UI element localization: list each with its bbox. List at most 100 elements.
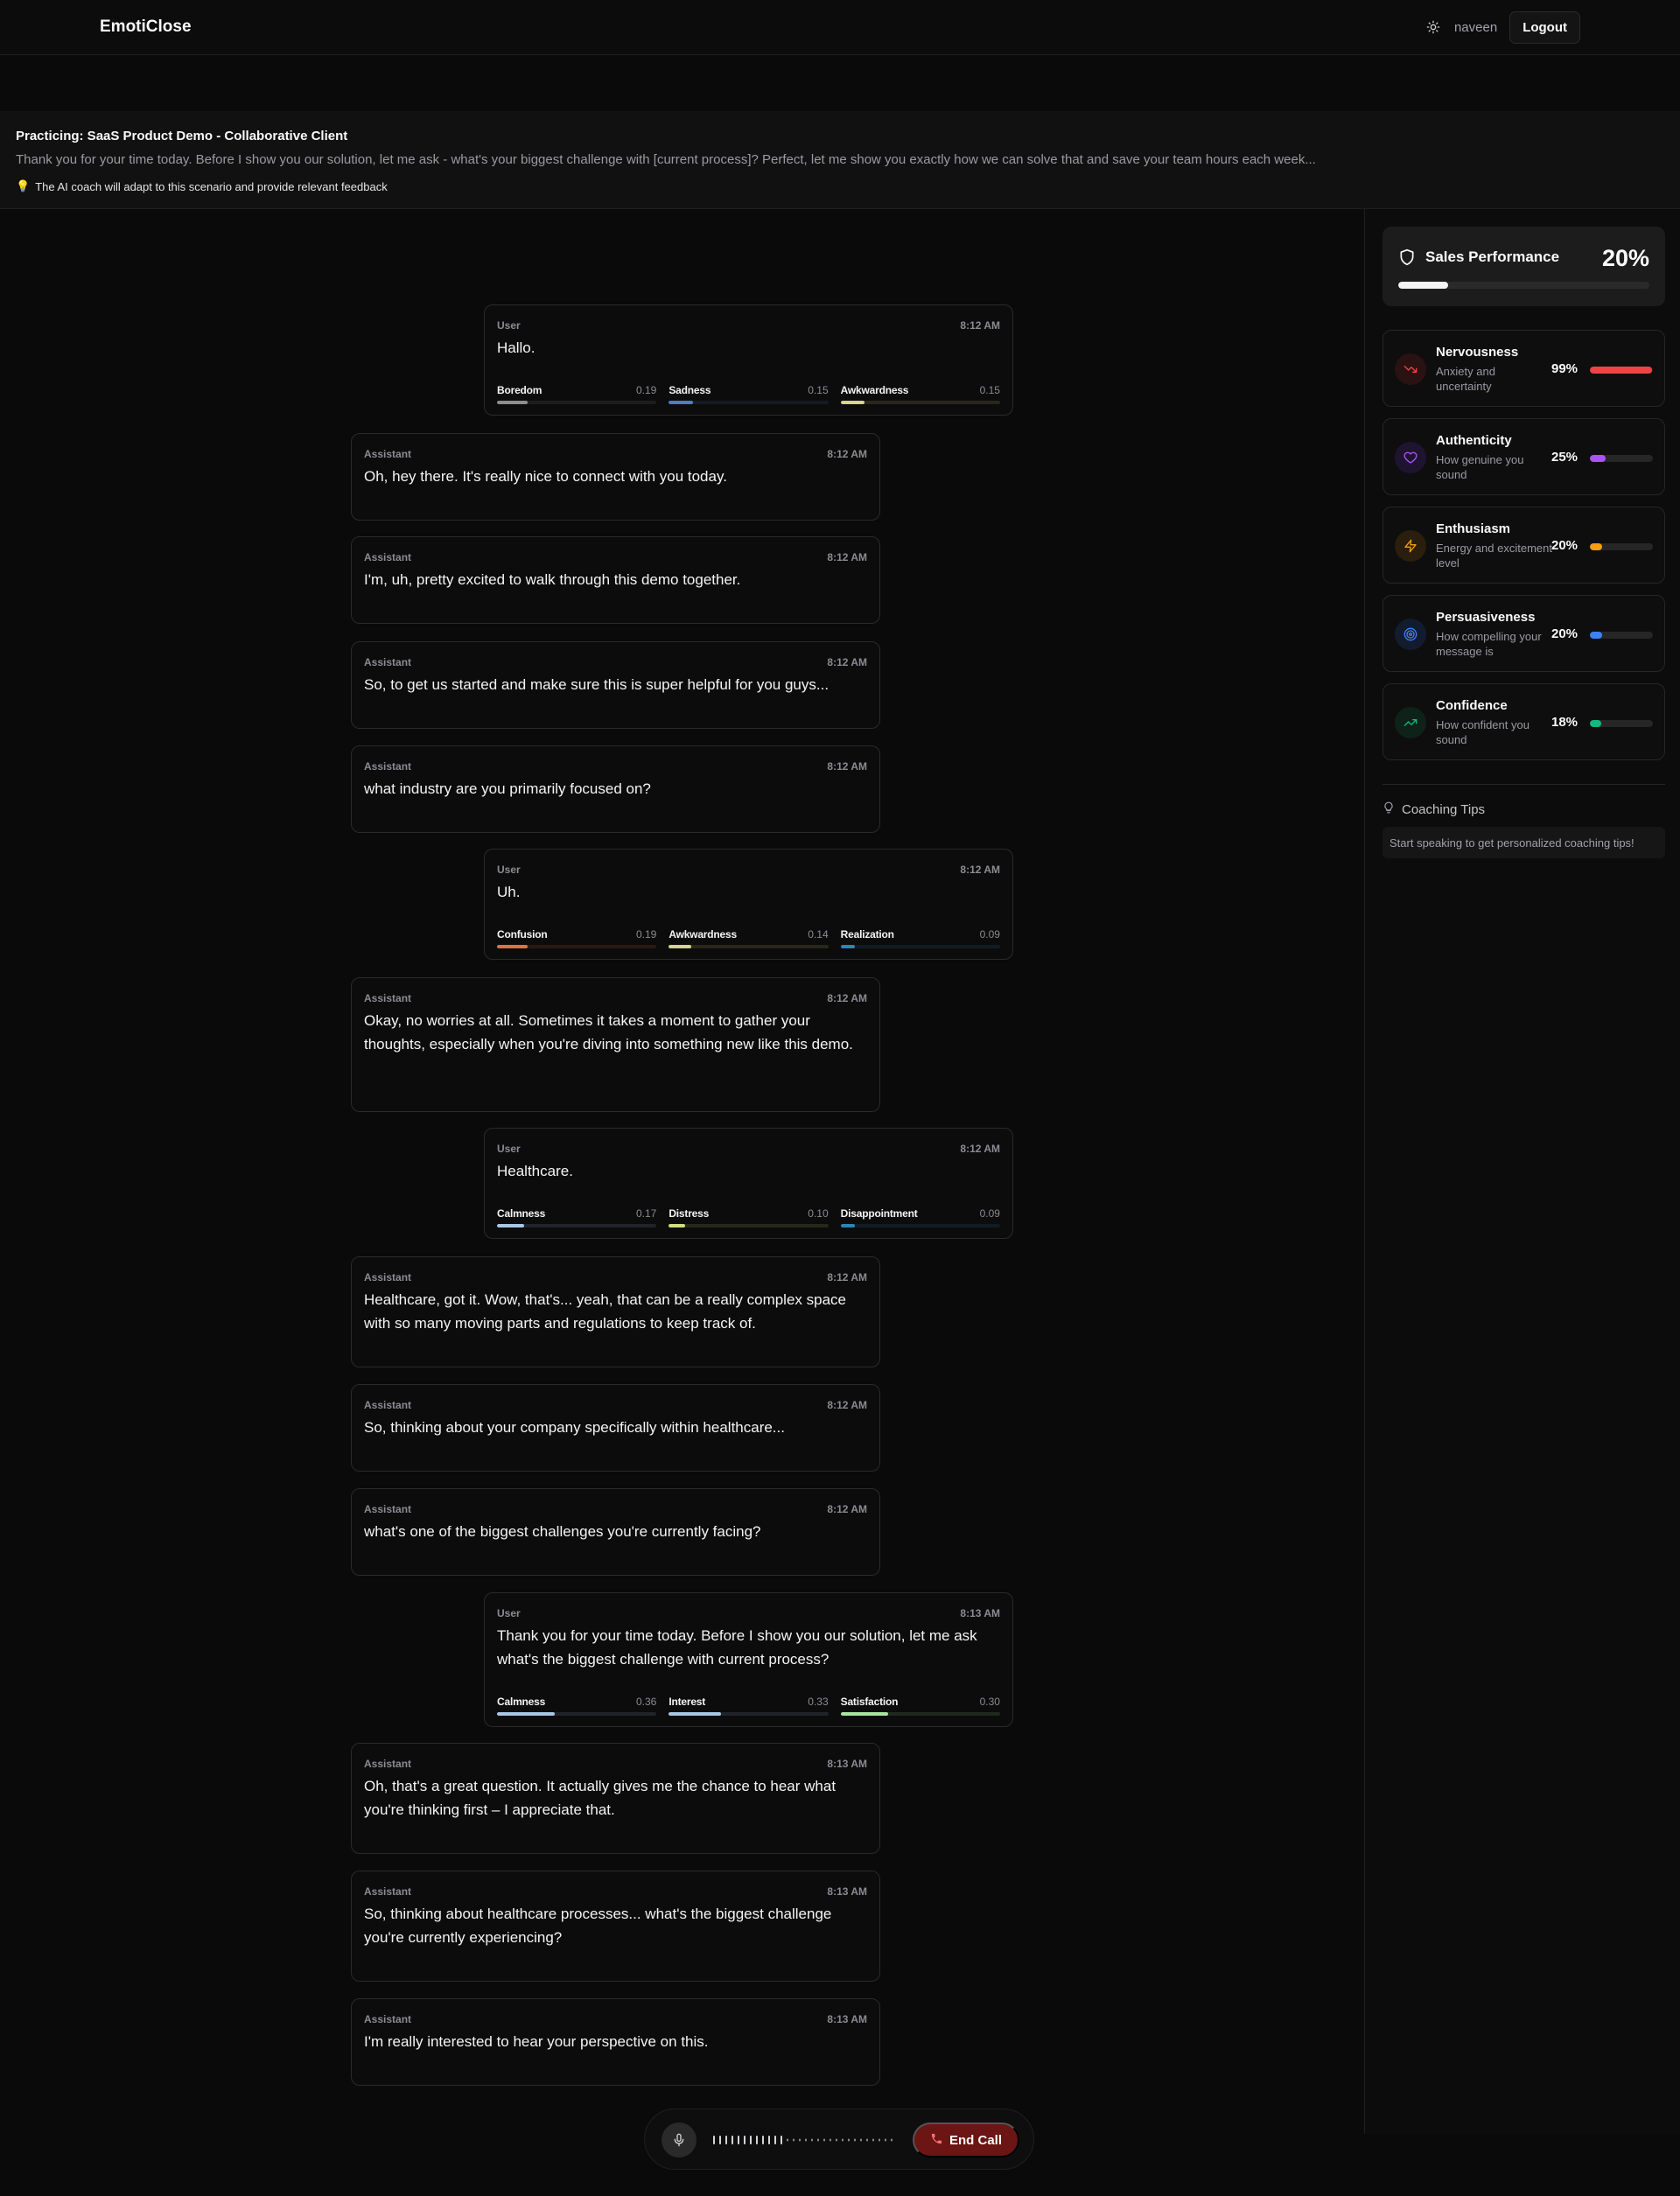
waveform-bar xyxy=(823,2138,825,2142)
coaching-tips-header: Coaching Tips xyxy=(1382,801,1485,818)
top-navbar: EmotiClose naveen Logout xyxy=(0,0,1680,55)
message-role: Assistant xyxy=(364,1885,412,1898)
waveform-bar xyxy=(756,2136,758,2144)
emotion-name: Boredom xyxy=(497,384,542,396)
phone-icon xyxy=(930,2132,943,2149)
message-timestamp: 8:12 AM xyxy=(960,1143,1000,1155)
emotion-label-row: Sadness 0.15 xyxy=(668,384,828,396)
emotion-value: 0.19 xyxy=(635,384,657,396)
heart-icon xyxy=(1395,442,1426,473)
message-text: Healthcare. xyxy=(497,1163,573,1179)
waveform-bar xyxy=(811,2138,813,2142)
message-timestamp: 8:12 AM xyxy=(827,448,867,460)
waveform-bar xyxy=(719,2136,721,2144)
metric-bar-fill xyxy=(1590,367,1653,374)
emotion-score: Calmness 0.36 xyxy=(497,1696,657,1716)
emotion-value: 0.15 xyxy=(979,384,1000,396)
waveform-bar xyxy=(762,2136,764,2144)
waveform-bar xyxy=(799,2138,801,2142)
logout-button[interactable]: Logout xyxy=(1509,10,1580,44)
metric-value: 25% xyxy=(1551,450,1578,465)
emotion-score: Sadness 0.15 xyxy=(668,384,829,404)
emotion-name: Awkwardness xyxy=(840,384,909,396)
metric-description: How confident you sound xyxy=(1436,718,1530,746)
waveform-bar xyxy=(854,2138,856,2142)
emotion-label-row: Disappointment 0.09 xyxy=(841,1207,1000,1220)
waveform-bar xyxy=(866,2138,868,2142)
theme-toggle-sun-icon[interactable] xyxy=(1424,18,1442,36)
message-text: I'm really interested to hear your persp… xyxy=(364,2033,709,2050)
user-message: User 8:13 AM Thank you for your time today… xyxy=(484,1592,1013,1727)
waveform-bar xyxy=(744,2136,746,2144)
user-message: User 8:12 AM Healthcare. Calmness 0.17 Distre… xyxy=(484,1128,1013,1239)
metric-description: How compelling your message is xyxy=(1436,630,1542,658)
emotion-scores: Calmness 0.17 Distress 0.10 Disappointment 0.… xyxy=(497,1207,1000,1227)
emotion-bar-fill xyxy=(497,945,528,948)
emotion-score: Boredom 0.19 xyxy=(497,384,657,404)
metric-card-authenticity: Authenticity How genuine you sound 25% xyxy=(1382,418,1665,495)
assistant-message: Assistant 8:12 AM Oh, hey there. It's real… xyxy=(351,433,880,521)
emotion-label-row: Satisfaction 0.30 xyxy=(841,1696,1000,1708)
emotion-label-row: Awkwardness 0.15 xyxy=(841,384,1000,396)
emotion-bar-fill xyxy=(668,1224,685,1227)
metric-value: 20% xyxy=(1551,626,1578,641)
waveform-bar xyxy=(860,2138,862,2142)
end-call-label: End Call xyxy=(948,2132,1002,2148)
brand-logo[interactable]: EmotiClose xyxy=(100,17,192,37)
emotion-bar xyxy=(840,1224,1000,1227)
zap-icon xyxy=(1395,530,1426,562)
end-call-button[interactable]: End Call xyxy=(912,2123,1019,2158)
emotion-name: Awkwardness xyxy=(668,928,737,941)
message-text: Okay, no worries at all. Sometimes it ta… xyxy=(364,1012,853,1053)
emotion-bar xyxy=(668,401,829,404)
metric-bar xyxy=(1590,720,1653,727)
user-message: User 8:12 AM Uh. Confusion 0.19 Awkwardness 0.… xyxy=(484,849,1013,960)
emotion-scores: Confusion 0.19 Awkwardness 0.14 Realization 0… xyxy=(497,928,1000,948)
metric-card-enthusiasm: Enthusiasm Energy and excitement level 20% xyxy=(1382,507,1665,584)
message-role: Assistant xyxy=(364,1758,412,1770)
emotion-value: 0.33 xyxy=(808,1696,829,1708)
coaching-tips-empty: Start speaking to get personalized coach… xyxy=(1382,827,1665,858)
metric-bar-fill xyxy=(1590,632,1603,639)
emotion-value: 0.10 xyxy=(808,1207,829,1220)
message-role: Assistant xyxy=(364,992,412,1004)
emotion-score: Interest 0.33 xyxy=(668,1696,829,1716)
emotion-value: 0.30 xyxy=(979,1696,1000,1708)
waveform-bar xyxy=(891,2138,892,2142)
assistant-message: Assistant 8:12 AM what industry are you pr… xyxy=(351,745,880,833)
emotion-bar-fill xyxy=(840,1224,856,1227)
scenario-banner: Practicing: SaaS Product Demo - Collabor… xyxy=(0,111,1680,209)
emotion-scores: Boredom 0.19 Sadness 0.15 Awkwardness 0.15 xyxy=(497,384,1000,404)
waveform-bar xyxy=(738,2136,739,2144)
shield-icon xyxy=(1398,248,1416,271)
message-text: Oh, hey there. It's really nice to conne… xyxy=(364,468,727,485)
emotion-bar xyxy=(840,945,1000,948)
call-control-bar: End Call xyxy=(644,2109,1034,2170)
waveform-bar xyxy=(885,2138,886,2142)
emotion-bar xyxy=(668,1712,829,1716)
trending-up-icon xyxy=(1395,707,1426,738)
emotion-name: Realization xyxy=(840,928,894,941)
message-role: Assistant xyxy=(364,1399,412,1411)
message-text: what industry are you primarily focused … xyxy=(364,780,651,797)
message-text: what's one of the biggest challenges you… xyxy=(364,1523,761,1540)
message-timestamp: 8:12 AM xyxy=(827,551,867,563)
emotion-bar-fill xyxy=(497,1712,555,1716)
assistant-message: Assistant 8:13 AM Oh, that's a great quest… xyxy=(351,1743,880,1854)
emotion-name: Calmness xyxy=(497,1696,546,1708)
emotion-score: Awkwardness 0.14 xyxy=(668,928,829,948)
emotion-bar xyxy=(497,945,657,948)
emotion-name: Sadness xyxy=(668,384,711,396)
emotion-name: Disappointment xyxy=(840,1207,918,1220)
scenario-tip: 💡 The AI coach will adapt to this scenar… xyxy=(16,179,388,193)
emotion-bar-fill xyxy=(497,401,528,404)
message-timestamp: 8:12 AM xyxy=(827,1503,867,1515)
message-role: Assistant xyxy=(364,1271,412,1283)
microphone-button[interactable] xyxy=(662,2123,696,2158)
emotion-label-row: Interest 0.33 xyxy=(668,1696,828,1708)
scenario-description: Thank you for your time today. Before I … xyxy=(16,152,1316,167)
header-actions: naveen Logout xyxy=(1424,10,1580,44)
emotion-label-row: Calmness 0.36 xyxy=(497,1696,656,1708)
audio-waveform xyxy=(713,2136,892,2144)
metric-bar-fill xyxy=(1590,455,1606,462)
